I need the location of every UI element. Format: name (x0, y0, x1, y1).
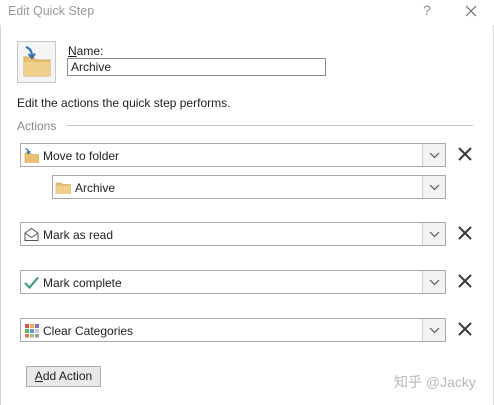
action-label: Move to folder (43, 149, 120, 163)
folder-icon (55, 182, 71, 194)
dropdown-button[interactable] (422, 271, 445, 293)
checkmark-icon (24, 276, 39, 290)
add-action-label: Add Action (34, 369, 93, 383)
chevron-down-icon (429, 327, 440, 334)
action-label: Mark as read (43, 228, 114, 242)
window-title: Edit Quick Step (8, 4, 95, 18)
actions-heading: Actions (17, 119, 57, 133)
action-combo-move-to-folder[interactable]: Move to folder (20, 143, 446, 167)
delete-icon (458, 147, 472, 161)
categories-icon (25, 324, 39, 338)
action-label: Mark complete (43, 276, 122, 290)
dropdown-button[interactable] (422, 144, 445, 166)
name-label: Name: (68, 44, 104, 58)
chevron-down-icon (429, 184, 440, 191)
chevron-down-icon (429, 279, 440, 286)
action-combo-clear-categories[interactable]: Clear Categories (20, 318, 446, 342)
quick-step-icon-button[interactable] (17, 41, 56, 83)
action-combo-mark-as-read[interactable]: Mark as read (20, 222, 446, 246)
delete-icon (458, 274, 472, 288)
actions-divider (67, 125, 473, 126)
action-combo-mark-complete[interactable]: Mark complete (20, 270, 446, 294)
title-bar: Edit Quick Step ? (0, 0, 494, 26)
folder-value: Archive (75, 181, 116, 195)
move-to-folder-icon (23, 46, 51, 77)
move-to-folder-icon (24, 148, 39, 163)
open-envelope-icon (24, 227, 39, 241)
close-button[interactable] (460, 1, 482, 23)
delete-action-button[interactable] (456, 272, 474, 290)
dropdown-button[interactable] (422, 319, 445, 341)
chevron-down-icon (429, 152, 440, 159)
chevron-down-icon (429, 231, 440, 238)
delete-action-button[interactable] (456, 145, 474, 163)
description-text: Edit the actions the quick step performs… (17, 96, 231, 110)
add-action-button[interactable]: Add Action (26, 366, 101, 387)
close-icon (465, 5, 477, 17)
dropdown-button[interactable] (422, 176, 445, 198)
action-label: Clear Categories (43, 324, 134, 338)
help-button[interactable]: ? (418, 2, 436, 20)
delete-action-button[interactable] (456, 320, 474, 338)
watermark: 知乎 @Jacky (394, 374, 476, 390)
dropdown-button[interactable] (422, 223, 445, 245)
delete-icon (458, 322, 472, 336)
delete-icon (458, 226, 472, 240)
folder-select-combo[interactable]: Archive (52, 175, 446, 199)
name-input[interactable] (67, 58, 326, 76)
delete-action-button[interactable] (456, 224, 474, 242)
window-frame (0, 25, 494, 405)
